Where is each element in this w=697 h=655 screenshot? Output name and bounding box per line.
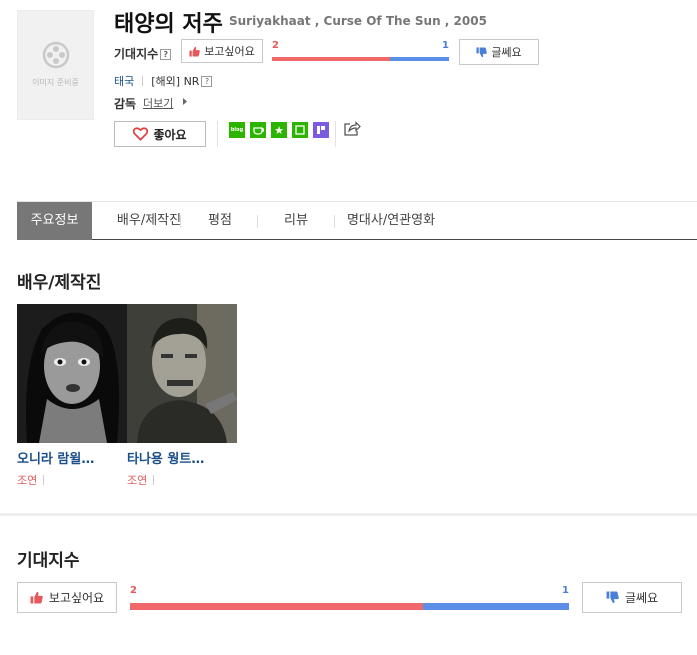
meh-button[interactable]: 글쎄요 [459,39,539,65]
expect-ratio-bar [272,57,449,61]
tab-review[interactable]: 리뷰 [258,202,334,240]
meh-label: 글쎄요 [491,46,522,59]
actor-photo[interactable] [17,304,127,443]
want-to-see-label: 보고싶어요 [48,591,105,605]
want-to-see-button[interactable]: 보고싶어요 [17,582,117,613]
director-label: 감독 [114,97,137,111]
section-divider [0,513,697,516]
actor-name-link[interactable]: 타나용 웡트… [127,448,204,467]
band-share-icon[interactable] [313,122,329,138]
share-icon[interactable] [344,121,361,136]
want-to-see-label: 보고싶어요 [204,45,255,58]
chevron-right-icon [183,98,187,105]
expect-label: 기대지수? [114,45,172,62]
meh-ratio-segment [422,603,569,610]
expect-section-title: 기대지수 [17,551,80,571]
want-ratio-segment [130,603,423,610]
film-reel-icon [42,41,70,69]
divider [217,121,218,147]
meh-count: 1 [562,585,569,596]
expect-label-text: 기대지수 [114,47,159,61]
help-icon[interactable]: ? [160,49,172,60]
want-ratio-segment [272,57,391,61]
blog-share-icon[interactable]: blog [229,122,245,138]
poster-placeholder: 이미지 준비중 [17,10,94,120]
actor-photo-image [127,304,237,443]
meh-ratio-segment [390,57,449,61]
meh-button[interactable]: 글쎄요 [582,582,682,613]
cup-icon [252,126,264,135]
note-icon [295,125,305,135]
more-label: 더보기 [143,97,174,110]
movie-meta: 태국 [해외] NR? [114,73,213,89]
tab-main-info[interactable]: 주요정보 [17,202,92,240]
movie-subtitle: Suriyakhaat , Curse Of The Sun , 2005 [229,14,487,28]
thumbs-down-icon [606,591,619,604]
country-link[interactable]: 태국 [114,75,134,88]
movie-title: 태양의 저주 [114,12,223,37]
tab-bar: 주요정보 배우/제작진 평점 리뷰 명대사/연관영화 [17,201,697,240]
director-more-link[interactable]: 더보기 [143,95,173,111]
thumbs-up-icon [189,46,200,57]
tab-divider [180,215,181,228]
like-button[interactable]: 좋아요 [114,121,206,147]
like-label: 좋아요 [153,127,187,142]
actor-role: 조연 [127,472,155,488]
want-to-see-button[interactable]: 보고싶어요 [181,39,263,63]
divider [335,121,336,147]
expect-ratio-bar [130,603,569,610]
meh-label: 글쎄요 [624,591,659,605]
cast-section-title: 배우/제작진 [17,273,102,293]
thumbs-down-icon [476,46,488,57]
want-count: 2 [272,40,279,51]
poster-placeholder-text: 이미지 준비중 [32,78,79,87]
actor-photo-image [17,304,127,443]
thumbs-up-icon [30,591,43,604]
actor-role-text: 조연 [127,474,148,487]
band-icon [317,126,325,134]
actor-role-text: 조연 [17,474,38,487]
heart-icon [133,127,149,141]
rating: [해외] NR [151,75,200,88]
bookmark-share-icon[interactable]: ★ [271,122,287,138]
want-count: 2 [130,585,137,596]
actor-role: 조연 [17,472,45,488]
tab-quotes-related[interactable]: 명대사/연관영화 [335,202,447,240]
meh-count: 1 [442,40,449,51]
actor-photo[interactable] [127,304,237,443]
memo-share-icon[interactable] [292,122,308,138]
rating-help-icon[interactable]: ? [201,76,213,87]
actor-name-link[interactable]: 오니라 람윌… [17,448,94,467]
cafe-share-icon[interactable] [250,122,266,138]
tab-rating[interactable]: 평점 [183,202,257,240]
meta-divider [142,76,144,86]
